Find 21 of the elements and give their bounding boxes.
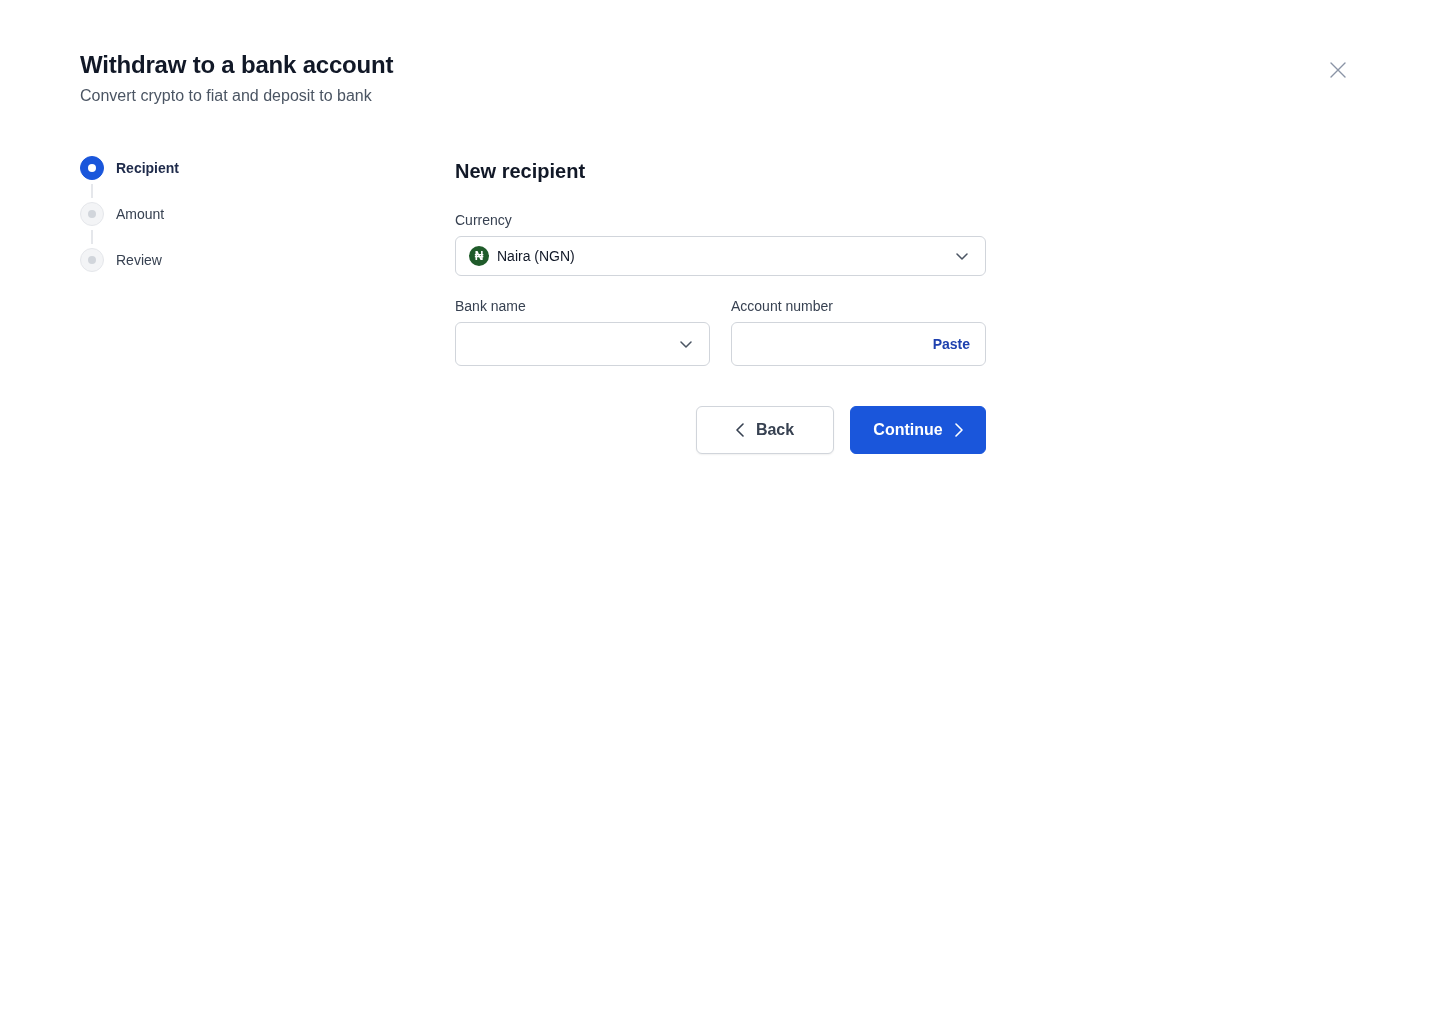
step-label: Review [116,252,162,268]
form-heading: New recipient [455,159,587,184]
naira-coin-icon: ₦ [469,246,489,266]
chevron-right-icon [954,423,963,437]
chevron-left-icon [735,423,744,437]
close-button[interactable] [1328,60,1348,80]
dialog-subtitle: Convert crypto to fiat and deposit to bank [80,86,373,106]
dialog-title: Withdraw to a bank account [80,50,394,80]
chevron-down-icon [956,252,968,260]
account-number-field[interactable]: Paste [731,322,986,366]
step-label: Amount [116,206,165,222]
currency-select[interactable]: ₦ Naira (NGN) [455,236,986,276]
paste-button[interactable]: Paste [932,336,970,352]
field-label: Account number [731,297,833,315]
field-label: Currency [455,211,512,229]
chevron-down-icon [680,340,692,348]
continue-button[interactable]: Continue [850,406,986,454]
back-button[interactable]: Back [696,406,834,454]
field-label: Bank name [455,297,526,315]
close-icon [1330,62,1346,78]
step-label: Recipient [116,160,179,176]
